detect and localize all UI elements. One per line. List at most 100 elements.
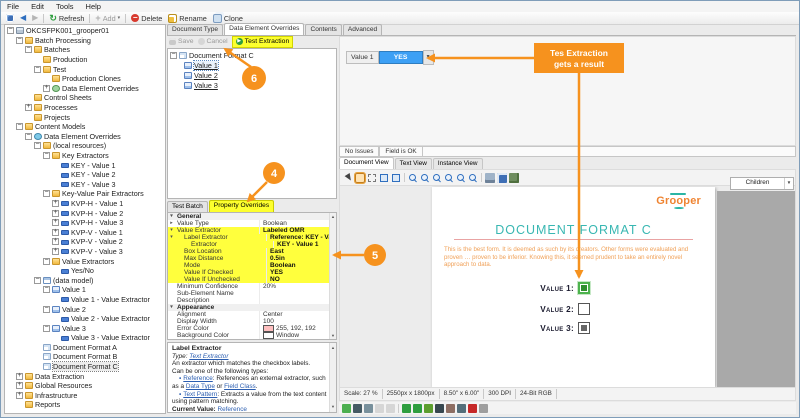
add-button[interactable]: + Add ▾ xyxy=(92,13,123,24)
tree-item[interactable]: − Batches xyxy=(5,45,165,55)
scroll-up-icon[interactable]: ▲ xyxy=(330,344,336,352)
reference-link[interactable]: Reference xyxy=(183,375,213,382)
tree-view-button[interactable] xyxy=(3,13,17,24)
menu-file[interactable]: File xyxy=(1,2,25,11)
value-checkbox[interactable] xyxy=(578,282,590,294)
data-type-link[interactable]: Data Type xyxy=(186,383,215,390)
zoom-fit-height-icon[interactable] xyxy=(468,173,478,183)
test-extraction-button[interactable]: ▶ Test Extraction xyxy=(231,35,294,48)
property-row[interactable]: Alignment Center xyxy=(168,311,336,318)
tree-item[interactable]: + Global Resources xyxy=(5,381,165,391)
tree-item[interactable]: + Data Extraction xyxy=(5,371,165,381)
property-row[interactable]: Value If Checked YES xyxy=(168,269,336,276)
tab-test-batch[interactable]: Test Batch xyxy=(167,201,208,212)
expanded-icon[interactable]: ▾ xyxy=(168,227,175,234)
property-value[interactable]: 0.5in xyxy=(266,255,336,262)
marquee-icon[interactable] xyxy=(367,173,377,183)
property-value[interactable]: 100 xyxy=(259,318,336,325)
property-row[interactable]: Minimum Confidence 20% xyxy=(168,283,336,290)
description-scrollbar[interactable]: ▲ ▼ xyxy=(329,343,336,412)
collapse-icon[interactable]: − xyxy=(7,26,14,35)
property-value[interactable]: NO xyxy=(266,276,336,283)
tab-contents[interactable]: Contents xyxy=(305,24,342,35)
tab-text-view[interactable]: Text View xyxy=(394,158,432,169)
property-value[interactable]: Boolean xyxy=(259,220,336,227)
disabled-tool-2-icon[interactable] xyxy=(386,403,395,413)
doc-tree-value-item[interactable]: Value 2 xyxy=(170,71,336,81)
expand-icon[interactable]: + xyxy=(52,199,59,207)
current-value-link[interactable]: Reference xyxy=(217,406,247,412)
expanded-icon[interactable]: ▾ xyxy=(168,234,175,241)
tree-item[interactable]: Value 1 - Value Extractor xyxy=(5,295,165,305)
collapse-icon[interactable]: − xyxy=(43,189,50,198)
tree-item[interactable]: Document Format B xyxy=(5,352,165,362)
rotate-right-icon[interactable] xyxy=(413,403,422,413)
property-value[interactable] xyxy=(259,297,336,304)
property-row[interactable]: ▸ Value Type Boolean xyxy=(168,220,336,227)
despeckle-icon[interactable] xyxy=(435,403,444,413)
property-row[interactable]: Value If Unchecked NO xyxy=(168,276,336,283)
tree-item[interactable]: + KVP-V - Value 3 xyxy=(5,247,165,257)
tree-item[interactable]: − Value Extractors xyxy=(5,256,165,266)
collapse-icon[interactable]: − xyxy=(34,276,41,284)
print-icon[interactable] xyxy=(485,172,495,183)
menu-tools[interactable]: Tools xyxy=(50,2,80,11)
property-row[interactable]: Box Location East xyxy=(168,248,336,255)
tree-item[interactable]: − Content Models xyxy=(5,122,165,132)
dropdown-caret-icon[interactable]: ▼ xyxy=(422,50,434,65)
menu-edit[interactable]: Edit xyxy=(25,2,50,11)
result-value-dropdown[interactable]: YES xyxy=(378,51,423,64)
remove-lines-icon[interactable] xyxy=(457,403,466,413)
tab-document-view[interactable]: Document View xyxy=(339,157,394,169)
refresh-button[interactable]: ↻ Refresh xyxy=(46,13,87,24)
view-full-page-icon[interactable] xyxy=(353,403,362,413)
thumbnail-pane[interactable] xyxy=(717,191,795,387)
field-class-link[interactable]: Field Class xyxy=(224,383,256,390)
expand-icon[interactable]: + xyxy=(16,391,23,399)
document-page[interactable]: Grooper DOCUMENT FORMAT C This is the be… xyxy=(432,187,715,387)
collapse-icon[interactable]: − xyxy=(34,65,41,73)
undo-icon[interactable] xyxy=(479,403,488,413)
tree-item[interactable]: + Processes xyxy=(5,103,165,113)
property-value[interactable] xyxy=(259,290,336,297)
tab-document-type[interactable]: Document Type xyxy=(167,24,224,35)
tree-item[interactable]: + KVP-H - Value 3 xyxy=(5,218,165,228)
tree-item[interactable]: Yes/No xyxy=(5,266,165,276)
property-value[interactable]: 20% xyxy=(259,283,336,290)
save-image-icon[interactable] xyxy=(497,172,507,183)
property-row[interactable]: Sub-Element Name xyxy=(168,290,336,297)
pan-hand-icon[interactable] xyxy=(354,171,366,184)
tree-item[interactable]: − Data Element Overrides xyxy=(5,132,165,142)
expand-icon[interactable]: + xyxy=(25,103,32,112)
tree-item[interactable]: + KVP-V - Value 1 xyxy=(5,227,165,237)
delete-button[interactable]: − Delete xyxy=(128,13,165,24)
tree-item[interactable]: − Key Extractors xyxy=(5,151,165,161)
scroll-up-icon[interactable]: ▲ xyxy=(330,214,336,219)
tab-data-element-overrides[interactable]: Data Element Overrides xyxy=(224,23,305,35)
zoom-fit-width-icon[interactable] xyxy=(456,173,466,183)
tree-item[interactable]: Production xyxy=(5,55,165,65)
expand-icon[interactable]: + xyxy=(52,228,59,236)
type-link[interactable]: Text Extractor xyxy=(189,353,228,360)
cancel-button[interactable]: Cancel xyxy=(197,38,228,45)
tree-item[interactable]: − Batch Processing xyxy=(5,36,165,46)
collapsed-icon[interactable]: ▸ xyxy=(168,220,175,227)
tree-item[interactable]: − Test xyxy=(5,64,165,74)
expand-icon[interactable]: + xyxy=(52,209,59,217)
invert-icon[interactable] xyxy=(468,403,477,413)
view-split-icon[interactable] xyxy=(364,403,373,413)
doc-tree-value-item[interactable]: Value 1 xyxy=(170,60,336,72)
scroll-down-icon[interactable]: ▼ xyxy=(330,403,336,411)
property-row[interactable]: ▾ Value Extractor Labeled OMR xyxy=(168,227,336,234)
tree-item[interactable]: Document Format C xyxy=(5,361,165,373)
text-pattern-link[interactable]: Text Pattern xyxy=(183,391,217,398)
rotate-left-icon[interactable] xyxy=(402,403,411,413)
tree-item[interactable]: Reports xyxy=(5,400,165,410)
disabled-tool-icon[interactable] xyxy=(375,403,384,413)
tree-item[interactable]: Value 3 - Value Extractor xyxy=(5,333,165,343)
menu-help[interactable]: Help xyxy=(80,2,107,11)
tree-item[interactable]: + KVP-V - Value 2 xyxy=(5,237,165,247)
zoom-in-icon[interactable] xyxy=(408,173,418,183)
expand-icon[interactable]: + xyxy=(52,218,59,227)
tab-instance-view[interactable]: Instance View xyxy=(432,158,483,169)
